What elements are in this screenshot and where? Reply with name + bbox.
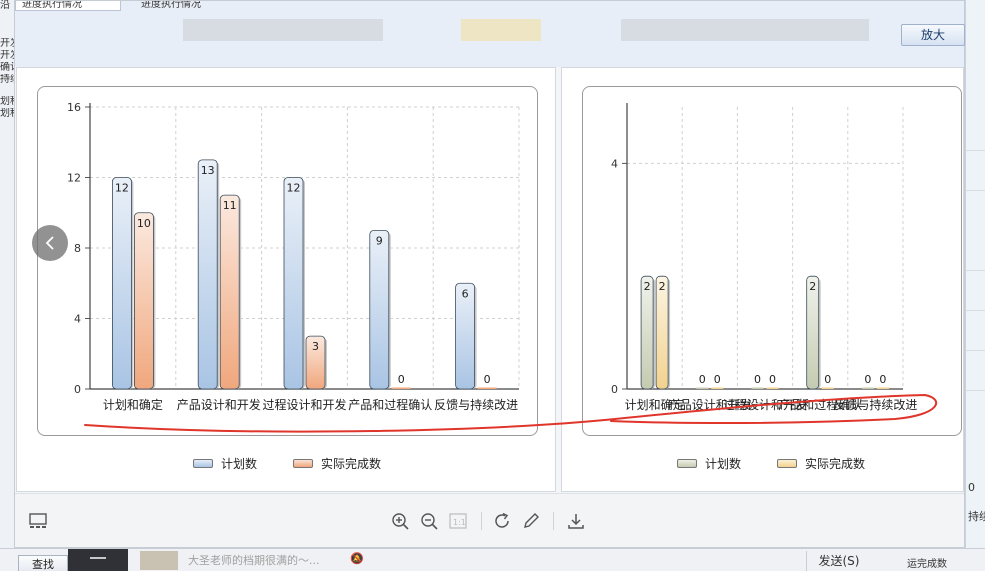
- bar: [821, 387, 834, 389]
- bar-chart-left: 0 4 8 12 16 12 10 计划和确定 13 11 产品设计和开发 12 3 过程设计和开发 9 0 产…: [67, 101, 520, 412]
- bar: [134, 212, 154, 390]
- bar: [477, 387, 497, 389]
- y-tick-label: 8: [74, 242, 81, 255]
- data-label: 12: [115, 182, 129, 195]
- data-label: 13: [201, 164, 215, 177]
- legend-label: 实际完成数: [321, 456, 382, 471]
- download-icon[interactable]: [566, 511, 586, 531]
- x-tick-label: 计划和确定: [103, 397, 163, 412]
- bar: [766, 387, 779, 389]
- blurred-region: [621, 19, 869, 41]
- chart-frame-left: 0 4 8 12 16 12 10 计划和确定 13 11 产品设计和开发 12 3 过程设计和开发 9 0 产…: [37, 86, 538, 436]
- legend-label: 计划数: [705, 456, 742, 471]
- x-tick-label: 过程设计和开发: [262, 397, 346, 412]
- legend-label: 实际完成数: [805, 456, 866, 471]
- bar: [861, 387, 874, 389]
- x-tick-label: 产品设计和开发: [177, 397, 261, 412]
- legend-item-actual: 实际完成数: [293, 455, 381, 471]
- legend-right: 计划数 实际完成数: [677, 455, 865, 471]
- x-tick-label: 反馈与持续改进: [833, 397, 917, 412]
- chat-preview-text[interactable]: 大圣老师的档期很满的～...: [188, 552, 320, 568]
- data-label: 2: [809, 280, 816, 293]
- data-label: 0: [879, 373, 886, 386]
- bg-right-label: 持续: [968, 510, 985, 523]
- y-tick-label: 0: [74, 383, 81, 396]
- svg-text:1:1: 1:1: [453, 518, 466, 527]
- legend-item-planned: 计划数: [677, 455, 741, 471]
- chart-frame-right: 0 4 2 2 计划和确定 0 0 产品设计和开发 0 0 过程设计和开发 2 0 产品和过程确认 0 0 反馈…: [582, 86, 962, 436]
- bar: [283, 177, 304, 390]
- data-label: 0: [824, 373, 831, 386]
- bar: [219, 194, 240, 390]
- data-label: 10: [137, 217, 151, 230]
- y-tick-label: 12: [67, 172, 81, 185]
- actual-size-icon: 1:1: [448, 511, 468, 531]
- data-label: 0: [699, 373, 706, 386]
- data-label: 0: [398, 373, 405, 386]
- blurred-region: [461, 19, 541, 41]
- data-label: 2: [659, 280, 666, 293]
- data-label: 6: [462, 287, 469, 300]
- mute-icon: 🔕: [350, 552, 364, 565]
- tab-progress[interactable]: 进度执行情况: [15, 1, 121, 11]
- zoom-in-button[interactable]: 放大: [901, 24, 965, 46]
- bar: [751, 387, 764, 389]
- edit-pencil-icon[interactable]: [521, 511, 541, 531]
- blurred-region: [183, 19, 383, 41]
- legend-swatch-planned: [677, 458, 697, 468]
- bg-right-label: 0: [968, 481, 975, 494]
- legend-swatch-actual: [777, 458, 798, 468]
- previous-image-button[interactable]: [32, 225, 68, 261]
- data-label: 0: [714, 373, 721, 386]
- legend-swatch-actual: [293, 458, 314, 468]
- y-tick-label: 4: [611, 157, 618, 170]
- data-label: 0: [769, 373, 776, 386]
- chart-pane-left: 0 4 8 12 16 12 10 计划和确定 13 11 产品设计和开发 12 3 过程设计和开发 9 0 产…: [16, 67, 556, 492]
- legend-swatch-planned: [193, 458, 213, 468]
- data-label: 0: [864, 373, 871, 386]
- legend-left: 计划数 实际完成数: [193, 455, 381, 471]
- zoom-out-icon[interactable]: [419, 511, 439, 531]
- data-label: 0: [754, 373, 761, 386]
- bar: [696, 387, 709, 389]
- viewer-toolbar: 1:1: [15, 493, 964, 547]
- chevron-left-icon: [45, 236, 54, 250]
- y-tick-label: 16: [67, 101, 81, 114]
- chat-menu-button[interactable]: [68, 549, 128, 571]
- data-label: 11: [223, 199, 237, 212]
- bar: [876, 387, 889, 389]
- tab-progress-2[interactable]: 进度执行情况: [135, 1, 245, 11]
- data-label: 12: [287, 182, 301, 195]
- zoom-in-icon[interactable]: [390, 511, 410, 531]
- data-label: 3: [312, 340, 319, 353]
- bar: [369, 229, 390, 390]
- x-tick-label: 产品和过程确认: [348, 397, 432, 412]
- legend-item-actual: 实际完成数: [777, 455, 865, 471]
- find-button[interactable]: 查找: [18, 555, 68, 571]
- bar: [112, 177, 132, 390]
- thumbnail-icon[interactable]: [28, 511, 48, 531]
- y-tick-label: 0: [611, 383, 618, 396]
- background-right-panel: 0 持续: [965, 0, 985, 571]
- data-label: 2: [644, 280, 651, 293]
- image-viewer: 进度执行情况 进度执行情况 放大 0 4 8 12 16 12 10 计划和确定 13 11 产品设…: [14, 0, 965, 548]
- bar: [711, 387, 724, 389]
- data-label: 0: [484, 373, 491, 386]
- chat-bottom-bar: 查找 大圣老师的档期很满的～... 🔕 发送(S) 运完成数: [0, 548, 985, 571]
- y-tick-label: 4: [74, 313, 81, 326]
- avatar: [140, 551, 178, 570]
- bar-chart-right: 042 2计划和确定0 0产品设计和开发0 0过程设计和开发20产品和过程确认0 0反馈…: [611, 103, 917, 412]
- legend-item-planned: 计划数: [193, 455, 257, 471]
- send-button[interactable]: 发送(S): [806, 551, 871, 571]
- data-label: 9: [376, 234, 383, 247]
- legend-label: 计划数: [221, 456, 258, 471]
- x-tick-label: 反馈与持续改进: [434, 397, 518, 412]
- bg-status-text: 运完成数: [907, 559, 947, 570]
- viewer-header: 进度执行情况 进度执行情况 放大: [15, 1, 965, 67]
- rotate-icon[interactable]: [492, 511, 512, 531]
- bar: [197, 159, 218, 390]
- chart-pane-right: 0 4 2 2 计划和确定 0 0 产品设计和开发 0 0 过程设计和开发 2 0 产品和过程确认 0 0 反馈…: [561, 67, 964, 492]
- bar: [391, 387, 411, 389]
